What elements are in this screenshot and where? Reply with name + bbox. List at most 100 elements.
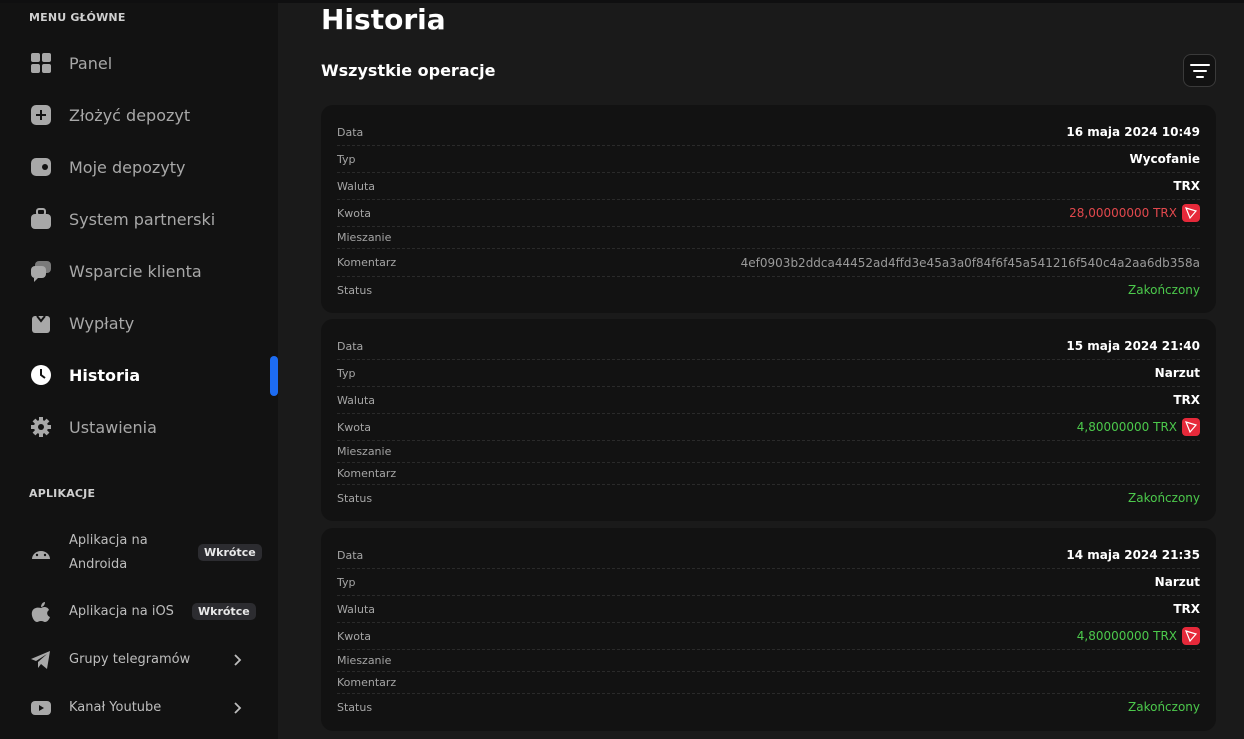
operation-card: Data 15 maja 2024 21:40 Typ Narzut Walut… — [321, 319, 1216, 521]
field-label: Komentarz — [337, 467, 397, 480]
row-currency: Waluta TRX — [337, 387, 1200, 414]
type-value: Narzut — [1154, 575, 1200, 589]
coming-soon-badge: Wkrótce — [192, 603, 256, 620]
field-label: Mieszanie — [337, 654, 392, 667]
page-title: Historia — [321, 3, 446, 36]
currency-value: TRX — [1173, 602, 1200, 616]
filter-icon — [1189, 63, 1210, 78]
field-label: Mieszanie — [337, 445, 392, 458]
field-label: Komentarz — [337, 676, 397, 689]
field-label: Waluta — [337, 393, 375, 407]
field-label: Mieszanie — [337, 231, 392, 244]
currency-value: TRX — [1173, 179, 1200, 193]
type-value: Narzut — [1154, 366, 1200, 380]
dashboard-icon — [30, 52, 52, 74]
sidebar: MENU GŁÓWNE Panel Złożyć depozyt Moje de… — [0, 3, 278, 739]
app-item-telegram[interactable]: Grupy telegramów — [0, 640, 278, 680]
app-item-youtube[interactable]: Kanał Youtube — [0, 688, 278, 728]
amount-text: 4,80000000 TRX — [1076, 629, 1177, 643]
row-mixing: Mieszanie — [337, 227, 1200, 249]
tron-icon — [1182, 627, 1200, 645]
row-currency: Waluta TRX — [337, 173, 1200, 200]
briefcase-icon — [30, 208, 52, 230]
plus-square-icon — [30, 104, 52, 126]
sidebar-item-deposit[interactable]: Złożyć depozyt — [0, 95, 278, 135]
type-value: Wycofanie — [1129, 152, 1200, 166]
sidebar-item-label: Historia — [69, 365, 141, 385]
row-date: Data 15 maja 2024 21:40 — [337, 333, 1200, 360]
clock-icon — [30, 364, 52, 386]
field-label: Typ — [337, 152, 356, 166]
sidebar-item-settings[interactable]: Ustawienia — [0, 407, 278, 447]
row-type: Typ Narzut — [337, 360, 1200, 387]
sidebar-item-support[interactable]: Wsparcie klienta — [0, 251, 278, 291]
main-content: Historia Wszystkie operacje Data 16 maja… — [278, 3, 1244, 739]
apps-section-title: APLIKACJE — [29, 487, 96, 500]
sidebar-item-history[interactable]: Historia — [0, 355, 278, 395]
row-mixing: Mieszanie — [337, 650, 1200, 672]
field-label: Status — [337, 700, 373, 714]
gear-icon — [30, 416, 52, 438]
field-label: Typ — [337, 575, 356, 589]
row-mixing: Mieszanie — [337, 441, 1200, 463]
field-label: Typ — [337, 366, 356, 380]
app-item-label: Grupy telegramów — [69, 652, 191, 667]
field-label: Kwota — [337, 420, 371, 434]
status-value: Zakończony — [1128, 700, 1200, 714]
chat-icon — [30, 260, 52, 282]
operation-card: Data 16 maja 2024 10:49 Typ Wycofanie Wa… — [321, 105, 1216, 313]
sidebar-item-payouts[interactable]: Wypłaty — [0, 303, 278, 343]
sidebar-item-label: Ustawienia — [69, 417, 157, 437]
amount-text: 28,00000000 TRX — [1069, 206, 1177, 220]
sidebar-item-panel[interactable]: Panel — [0, 43, 278, 83]
sidebar-item-my-deposits[interactable]: Moje depozyty — [0, 147, 278, 187]
row-amount: Kwota 28,00000000 TRX — [337, 200, 1200, 227]
app-item-label-line2: Androida — [69, 557, 128, 572]
date-value: 16 maja 2024 10:49 — [1066, 125, 1200, 139]
field-label: Data — [337, 548, 364, 562]
apple-icon — [30, 601, 52, 623]
currency-value: TRX — [1173, 393, 1200, 407]
row-type: Typ Wycofanie — [337, 146, 1200, 173]
amount-text: 4,80000000 TRX — [1076, 420, 1177, 434]
row-date: Data 16 maja 2024 10:49 — [337, 119, 1200, 146]
sidebar-item-label: Wypłaty — [69, 313, 135, 333]
field-label: Data — [337, 339, 364, 353]
app-item-android[interactable]: Aplikacja na Androida Wkrótce — [0, 527, 278, 579]
row-amount: Kwota 4,80000000 TRX — [337, 414, 1200, 441]
row-status: Status Zakończony — [337, 277, 1200, 303]
row-comment: Komentarz — [337, 672, 1200, 694]
field-label: Waluta — [337, 179, 375, 193]
sidebar-item-partner[interactable]: System partnerski — [0, 199, 278, 239]
field-label: Kwota — [337, 629, 371, 643]
tron-icon — [1182, 418, 1200, 436]
app-item-label-line1: Aplikacja na — [69, 533, 148, 548]
app-item-label: Kanał Youtube — [69, 700, 162, 715]
section-subtitle: Wszystkie operacje — [321, 61, 496, 80]
row-type: Typ Narzut — [337, 569, 1200, 596]
date-value: 15 maja 2024 21:40 — [1066, 339, 1200, 353]
amount-value: 4,80000000 TRX — [1077, 627, 1200, 645]
field-label: Status — [337, 283, 373, 297]
sidebar-item-label: System partnerski — [69, 209, 216, 229]
sidebar-item-label: Złożyć depozyt — [69, 105, 191, 125]
row-comment: Komentarz — [337, 463, 1200, 485]
field-label: Data — [337, 125, 364, 139]
chevron-right-icon — [234, 654, 242, 666]
comment-value: 4ef0903b2ddca44452ad4ffd3e45a3a0f84f6f45… — [740, 255, 1200, 270]
wallet-icon — [30, 156, 52, 178]
chevron-right-icon — [234, 702, 242, 714]
filter-button[interactable] — [1183, 54, 1216, 87]
field-label: Komentarz — [337, 256, 397, 269]
row-status: Status Zakończony — [337, 485, 1200, 511]
amount-value: 28,00000000 TRX — [1069, 204, 1200, 222]
row-status: Status Zakończony — [337, 694, 1200, 720]
row-currency: Waluta TRX — [337, 596, 1200, 623]
app-item-ios[interactable]: Aplikacja na iOS Wkrótce — [0, 592, 278, 632]
operation-card: Data 14 maja 2024 21:35 Typ Narzut Walut… — [321, 528, 1216, 731]
tron-icon — [1182, 204, 1200, 222]
row-amount: Kwota 4,80000000 TRX — [337, 623, 1200, 650]
app-window: MENU GŁÓWNE Panel Złożyć depozyt Moje de… — [0, 3, 1244, 739]
app-item-label: Aplikacja na iOS — [69, 604, 174, 619]
sidebar-item-label: Wsparcie klienta — [69, 261, 202, 281]
